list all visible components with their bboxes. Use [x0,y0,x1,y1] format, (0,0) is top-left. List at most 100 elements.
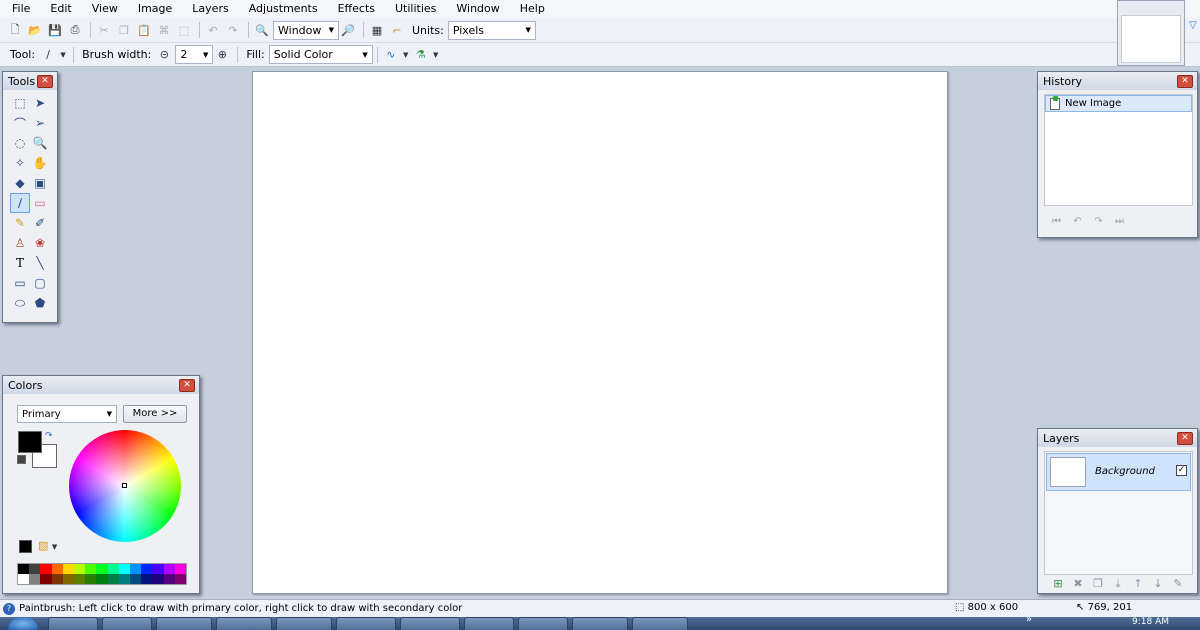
palette-swatch[interactable] [85,564,97,574]
palette-swatch[interactable] [85,574,97,584]
ellipse-select-icon[interactable]: ◌ [10,133,30,153]
image-tab-thumbnail[interactable] [1117,0,1185,66]
paintbrush-icon[interactable]: ∕ [39,46,57,64]
menu-window[interactable]: Window [444,1,507,17]
zoom-out-icon[interactable]: 🔍 [253,21,271,39]
color-picker-icon[interactable]: ✐ [30,213,50,233]
taskbar-app-button[interactable] [216,617,272,630]
zoom-icon[interactable]: 🔍 [30,133,50,153]
menu-edit[interactable]: Edit [38,1,79,17]
start-button[interactable] [8,617,38,630]
menu-file[interactable]: File [0,1,38,17]
menu-effects[interactable]: Effects [326,1,383,17]
palette-swatch[interactable] [62,574,74,584]
fast-forward-icon[interactable]: ⏭ [1109,216,1130,230]
deselect-icon[interactable]: ⬚ [175,21,193,39]
recolor-icon[interactable]: ❀ [30,233,50,253]
close-icon[interactable]: ✕ [179,378,195,392]
layer-row[interactable]: Background ✓ [1046,453,1191,491]
palette-swatch[interactable] [73,564,86,574]
line-curve-icon[interactable]: ╲ [30,253,50,273]
move-layer-down-icon[interactable]: ↓ [1148,577,1168,591]
units-dropdown[interactable]: Pixels ▼ [447,20,536,40]
taskbar-app-button[interactable] [632,617,688,630]
palette-swatch[interactable] [29,574,41,584]
tools-title-bar[interactable]: Tools ✕ [3,72,57,90]
print-icon[interactable]: ⎙ [66,21,84,39]
taskbar-app-button[interactable] [276,617,332,630]
paintbrush-icon[interactable]: ∕ [10,193,30,213]
move-selected-pixels-icon[interactable]: ➤ [30,93,50,113]
palette-swatch[interactable] [29,564,41,574]
undo-icon[interactable]: ↶ [1067,216,1088,230]
palette-swatch[interactable] [62,564,74,574]
menu-layers[interactable]: Layers [180,1,236,17]
palette-swatch[interactable] [152,574,164,584]
crop-to-selection-icon[interactable]: ⌘ [155,21,173,39]
palette-swatch[interactable] [174,574,186,584]
move-selection-icon[interactable]: ➢ [30,113,50,133]
undo-icon[interactable]: ↶ [204,21,222,39]
pan-icon[interactable]: ✋ [30,153,50,173]
palette-swatch[interactable] [118,574,130,584]
antialiasing-icon[interactable]: ∿ [382,46,400,64]
menu-image[interactable]: Image [126,1,180,17]
zoom-dropdown[interactable]: Window ▼ [273,20,339,40]
brush-width-field[interactable]: 2 ▼ [175,45,214,64]
open-file-icon[interactable]: 📂 [26,21,44,39]
taskbar-app-button[interactable] [48,617,98,630]
palette-swatch[interactable] [107,564,119,574]
layers-title-bar[interactable]: Layers ✕ [1038,429,1197,447]
drawing-canvas[interactable] [252,71,948,594]
layer-properties-icon[interactable]: ✎ [1168,577,1188,591]
reset-colors-icon[interactable] [17,455,26,464]
pencil-icon[interactable]: ✎ [10,213,30,233]
palette-swatch[interactable] [73,574,86,584]
rounded-rectangle-icon[interactable]: ▢ [30,273,50,293]
taskbar-app-button[interactable] [336,617,396,630]
add-to-palette-icon[interactable] [19,540,32,553]
primary-color-swatch[interactable] [18,431,42,453]
palette-swatch[interactable] [18,564,30,574]
palette-swatch[interactable] [96,574,108,584]
clone-stamp-icon[interactable]: ♙ [10,233,30,253]
palette-swatch[interactable] [51,574,63,584]
taskbar-app-button[interactable] [156,617,212,630]
magic-wand-icon[interactable]: ✧ [10,153,30,173]
menu-help[interactable]: Help [508,1,553,17]
delete-layer-icon[interactable]: ✖ [1068,577,1088,591]
menu-view[interactable]: View [80,1,126,17]
rectangle-icon[interactable]: ▭ [10,273,30,293]
menu-adjustments[interactable]: Adjustments [237,1,326,17]
chevron-down-icon[interactable]: ▼ [59,46,67,64]
palette-swatch[interactable] [96,564,108,574]
add-layer-icon[interactable]: ⊞ [1048,577,1068,591]
palette-swatch[interactable] [118,564,130,574]
increase-width-icon[interactable]: ⊕ [213,46,231,64]
lasso-select-icon[interactable]: ⌒ [10,113,30,133]
palette-swatch[interactable] [163,564,175,574]
palette-swatch[interactable] [129,564,142,574]
fill-dropdown[interactable]: Solid Color ▼ [268,45,373,64]
alpha-blending-icon[interactable]: ⚗ [412,46,430,64]
more-button[interactable]: More >> [123,405,187,423]
cut-icon[interactable]: ✂ [95,21,113,39]
ellipse-icon[interactable]: ⬭ [10,293,30,313]
close-icon[interactable]: ✕ [37,74,53,88]
eraser-icon[interactable]: ▭ [30,193,50,213]
palette-menu-icon[interactable]: ▧ ▼ [38,539,57,552]
copy-icon[interactable]: ❐ [115,21,133,39]
grid-icon[interactable]: ▦ [368,21,386,39]
zoom-in-icon[interactable]: 🔎 [339,21,357,39]
redo-icon[interactable]: ↷ [224,21,242,39]
palette-swatch[interactable] [163,574,175,584]
taskbar-app-button[interactable] [518,617,568,630]
taskbar-app-button[interactable] [400,617,460,630]
taskbar-app-button[interactable] [464,617,514,630]
palette-swatch[interactable] [51,564,63,574]
merge-layer-down-icon[interactable]: ⤓ [1108,577,1128,591]
taskbar-app-button[interactable] [102,617,152,630]
save-icon[interactable]: 💾 [46,21,64,39]
close-icon[interactable]: ✕ [1177,74,1193,88]
image-list-scroll-icon[interactable]: ▽ [1187,20,1199,40]
